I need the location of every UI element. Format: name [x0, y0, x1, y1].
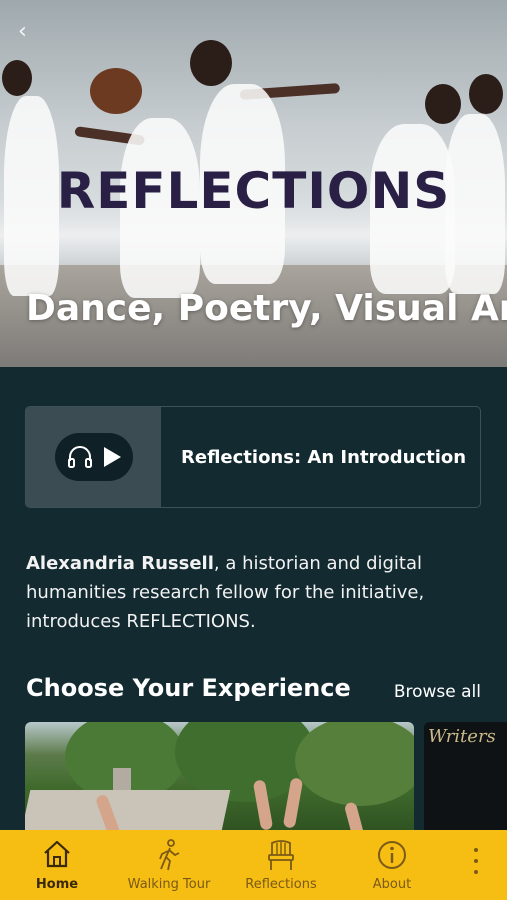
- card-title: Writers: [428, 726, 496, 747]
- audio-play-button[interactable]: [55, 433, 133, 481]
- info-icon: [378, 841, 406, 869]
- experience-card[interactable]: [25, 722, 414, 832]
- speaker-name: Alexandria Russell: [26, 553, 214, 574]
- browse-all-link[interactable]: Browse all: [394, 682, 481, 702]
- audio-card-thumb: [26, 407, 161, 507]
- nav-item-reflections[interactable]: Reflections: [238, 830, 324, 900]
- nav-label-home: Home: [35, 877, 79, 892]
- play-icon: [104, 447, 121, 467]
- hero-subtitle: Dance, Poetry, Visual Art: [26, 288, 507, 329]
- section-title: Choose Your Experience: [26, 674, 351, 702]
- intro-description: Alexandria Russell, a historian and digi…: [26, 549, 486, 636]
- experience-card[interactable]: Writers: [424, 722, 507, 832]
- nav-label-about: About: [372, 877, 412, 892]
- nav-item-walking-tour[interactable]: Walking Tour: [120, 830, 218, 900]
- headphones-icon: [68, 446, 92, 468]
- audio-card-label: Reflections: An Introduction: [181, 447, 467, 468]
- card-photo-roof: [25, 790, 231, 832]
- nav-label-reflections: Reflections: [245, 877, 317, 892]
- card-photo-tree: [295, 722, 414, 806]
- walking-person-icon: [159, 839, 180, 871]
- hero-banner: ‹ REFLECTIONS Dance, Poetry, Visual Art: [0, 0, 507, 367]
- card-photo-hand: [343, 801, 369, 832]
- back-chevron-icon[interactable]: ‹: [18, 21, 34, 43]
- more-vertical-icon[interactable]: [468, 848, 484, 882]
- chair-icon: [268, 840, 294, 870]
- nav-label-walking-tour: Walking Tour: [127, 877, 211, 892]
- home-icon: [44, 840, 70, 868]
- nav-item-about[interactable]: About: [354, 830, 430, 900]
- bottom-nav: Home Walking Tour Reflections About: [0, 830, 507, 900]
- audio-intro-card[interactable]: Reflections: An Introduction: [25, 406, 481, 508]
- hero-title: REFLECTIONS: [56, 162, 451, 220]
- nav-item-home[interactable]: Home: [16, 830, 98, 900]
